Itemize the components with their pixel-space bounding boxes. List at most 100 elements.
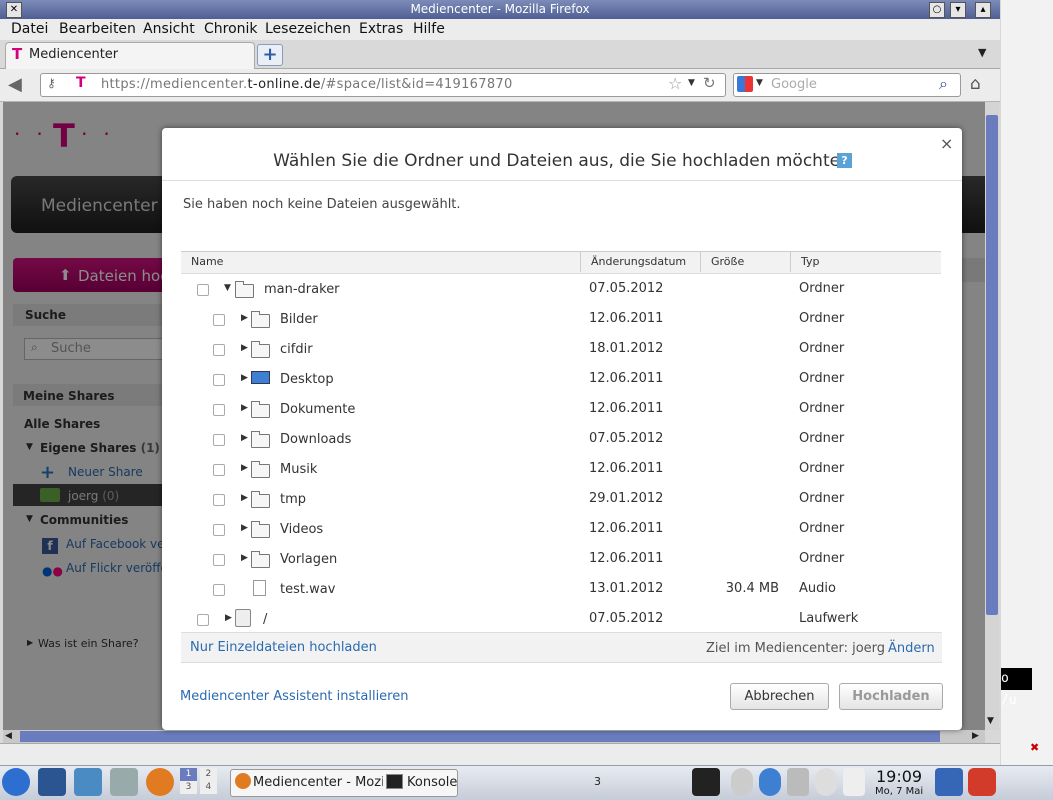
row-checkbox[interactable] xyxy=(213,314,225,326)
search-magnifier-icon[interactable]: ⌕ xyxy=(939,74,948,94)
vertical-scroll-thumb[interactable] xyxy=(986,115,998,615)
window-title: Mediencenter - Mozilla Firefox xyxy=(410,2,590,16)
folder-icon xyxy=(251,311,270,328)
menu-chronik[interactable]: Chronik xyxy=(204,21,258,37)
terminal-launcher-icon[interactable] xyxy=(692,768,720,796)
column-size[interactable]: Größe xyxy=(711,255,744,268)
editor-launcher-icon[interactable] xyxy=(74,768,102,796)
help-icon[interactable]: ? xyxy=(837,153,852,168)
row-checkbox[interactable] xyxy=(213,554,225,566)
expand-triangle-icon[interactable]: ▶ xyxy=(241,523,248,533)
menu-extras[interactable]: Extras xyxy=(359,21,403,37)
row-checkbox[interactable] xyxy=(197,284,209,296)
scroll-right-arrow-icon[interactable]: ▶ xyxy=(972,731,979,741)
expand-triangle-icon[interactable]: ▶ xyxy=(241,463,248,473)
horizontal-scroll-thumb[interactable] xyxy=(20,731,940,742)
network-tray-icon[interactable] xyxy=(759,768,781,796)
tab-list-icon[interactable]: ▼ xyxy=(978,46,986,59)
info-tray-icon[interactable] xyxy=(731,768,753,796)
expand-triangle-icon[interactable]: ▶ xyxy=(241,403,248,413)
file-type: Ordner xyxy=(799,431,845,446)
folder-icon xyxy=(251,431,270,448)
expand-triangle-icon[interactable]: ▶ xyxy=(241,343,248,353)
search-placeholder: Google xyxy=(771,77,817,92)
url-text[interactable]: https://mediencenter.t-online.de/#space/… xyxy=(101,77,513,92)
file-type: Ordner xyxy=(799,281,845,296)
tab-label: Mediencenter xyxy=(29,47,119,62)
scroll-left-arrow-icon[interactable]: ◀ xyxy=(5,731,12,741)
row-checkbox[interactable] xyxy=(213,494,225,506)
change-target-link[interactable]: Ändern xyxy=(888,641,935,656)
identity-key-icon[interactable]: ⚷ xyxy=(47,76,56,90)
menu-hilfe[interactable]: Hilfe xyxy=(413,21,445,37)
cancel-button[interactable]: Abbrechen xyxy=(730,683,829,710)
new-tab-button[interactable]: + xyxy=(257,44,283,66)
history-dropdown-icon[interactable]: ▼ xyxy=(688,78,695,88)
single-files-link[interactable]: Nur Einzeldateien hochladen xyxy=(190,640,377,655)
expand-triangle-icon[interactable]: ▶ xyxy=(225,613,232,623)
menu-bearbeiten[interactable]: Bearbeiten xyxy=(59,21,136,37)
column-type[interactable]: Typ xyxy=(801,255,820,268)
file-grid-header xyxy=(181,251,941,274)
reload-icon[interactable]: ↻ xyxy=(703,74,716,92)
file-name: Downloads xyxy=(280,432,352,447)
install-assistant-link[interactable]: Mediencenter Assistent installieren xyxy=(180,689,408,704)
lock-screen-icon[interactable] xyxy=(935,768,963,796)
folder-icon xyxy=(235,281,254,298)
file-size: 30.4 MB xyxy=(725,581,779,596)
expand-triangle-icon[interactable]: ▶ xyxy=(241,433,248,443)
terminal-close-icon[interactable]: ✖ xyxy=(1030,741,1039,754)
folder-icon xyxy=(251,341,270,358)
window-maximize-button[interactable]: ▴ xyxy=(975,2,991,18)
file-date: 07.05.2012 xyxy=(589,611,664,626)
row-checkbox[interactable] xyxy=(213,584,225,596)
column-separator xyxy=(790,252,791,272)
row-checkbox[interactable] xyxy=(213,464,225,476)
row-checkbox[interactable] xyxy=(213,374,225,386)
sync-tray-icon[interactable] xyxy=(815,768,837,796)
row-checkbox[interactable] xyxy=(213,344,225,356)
file-type: Laufwerk xyxy=(799,611,859,626)
menu-ansicht[interactable]: Ansicht xyxy=(143,21,195,37)
window-shade-button[interactable]: ○ xyxy=(929,2,945,18)
row-checkbox[interactable] xyxy=(213,524,225,536)
start-menu-icon[interactable] xyxy=(2,768,30,796)
logout-power-icon[interactable] xyxy=(968,768,996,796)
search-bar[interactable] xyxy=(733,73,961,97)
upload-button[interactable]: Hochladen xyxy=(839,683,943,710)
file-type: Ordner xyxy=(799,521,845,536)
window-minimize-button[interactable]: ▾ xyxy=(950,2,966,18)
engine-dropdown-icon[interactable]: ▼ xyxy=(756,78,763,88)
konsole-task-icon xyxy=(386,774,403,789)
row-checkbox[interactable] xyxy=(213,434,225,446)
menu-datei[interactable]: Datei xyxy=(11,21,48,37)
collapse-triangle-icon[interactable]: ▼ xyxy=(224,283,231,293)
workspace-pager[interactable]: 1 23 4 xyxy=(180,768,220,796)
warning-tray-icon[interactable] xyxy=(843,768,865,796)
column-name[interactable]: Name xyxy=(191,255,223,268)
file-type: Ordner xyxy=(799,311,845,326)
expand-triangle-icon[interactable]: ▶ xyxy=(241,373,248,383)
firefox-launcher-icon[interactable] xyxy=(146,768,174,796)
tools-launcher-icon[interactable] xyxy=(110,768,138,796)
bookmark-star-icon[interactable]: ☆ xyxy=(668,74,682,93)
column-date[interactable]: Änderungsdatum xyxy=(591,255,686,268)
menu-lesezeichen[interactable]: Lesezeichen xyxy=(265,21,351,37)
expand-triangle-icon[interactable]: ▶ xyxy=(241,553,248,563)
clock-time[interactable]: 19:09 xyxy=(876,767,922,786)
desktop-launcher-icon[interactable] xyxy=(38,768,66,796)
file-icon xyxy=(253,580,266,596)
taskbar-konsole-label[interactable]: Konsole xyxy=(407,775,457,790)
scissors-tray-icon[interactable] xyxy=(787,768,809,796)
row-checkbox[interactable] xyxy=(213,404,225,416)
expand-triangle-icon[interactable]: ▶ xyxy=(241,493,248,503)
expand-triangle-icon[interactable]: ▶ xyxy=(241,313,248,323)
scroll-down-arrow-icon[interactable]: ▼ xyxy=(987,716,994,726)
file-type: Ordner xyxy=(799,551,845,566)
home-icon[interactable]: ⌂ xyxy=(970,74,981,94)
target-folder-label: Ziel im Mediencenter: joerg xyxy=(706,641,886,656)
back-arrow-icon[interactable]: ◀ xyxy=(8,73,34,97)
row-checkbox[interactable] xyxy=(197,614,209,626)
google-engine-icon[interactable] xyxy=(737,76,753,92)
dialog-close-button[interactable]: × xyxy=(940,134,953,153)
